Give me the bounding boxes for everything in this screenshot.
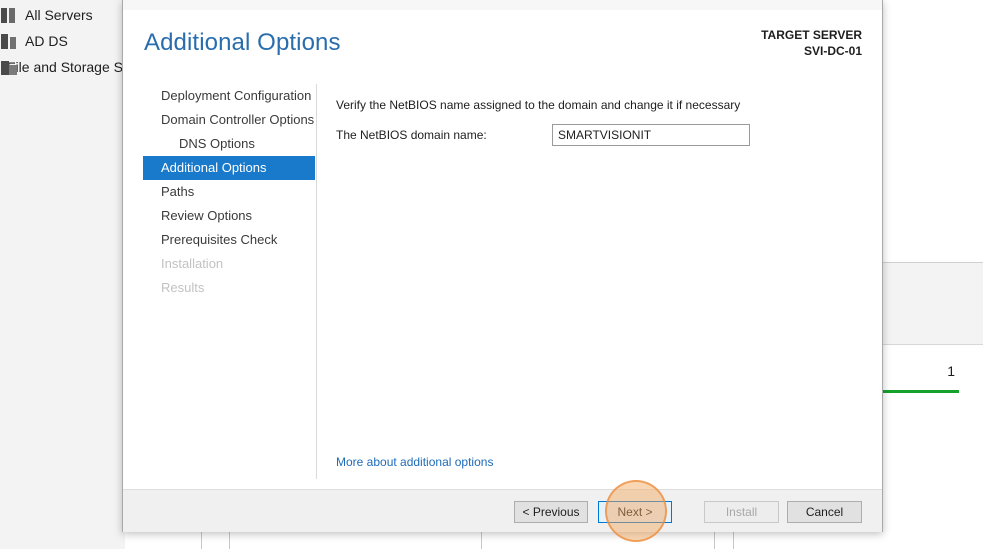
steps-divider xyxy=(316,84,317,479)
step-deployment-configuration[interactable]: Deployment Configuration xyxy=(143,84,315,108)
step-installation: Installation xyxy=(161,256,224,271)
wizard-steps: Deployment Configuration Domain Controll… xyxy=(143,84,315,300)
more-about-options-link[interactable]: More about additional options xyxy=(336,455,493,469)
background-divider xyxy=(481,531,482,549)
nav-item-label: All Servers xyxy=(25,7,93,23)
step-additional-options[interactable]: Additional Options xyxy=(143,156,315,180)
nav-item-all-servers[interactable]: All Servers xyxy=(0,3,125,27)
nav-item-file-storage[interactable]: File and Storage Services xyxy=(0,55,125,79)
dialog-title-strip xyxy=(123,0,882,10)
netbios-field-row: The NetBIOS domain name: xyxy=(336,124,856,146)
ad-ds-configuration-wizard: Additional Options TARGET SERVER SVI-DC-… xyxy=(122,0,883,532)
servers-icon xyxy=(0,6,18,24)
step-dns-options[interactable]: DNS Options xyxy=(143,132,315,156)
target-server: TARGET SERVER SVI-DC-01 xyxy=(761,27,862,59)
nav-item-ad-ds[interactable]: AD DS xyxy=(0,29,125,53)
instruction-text: Verify the NetBIOS name assigned to the … xyxy=(336,98,741,112)
nav-item-label: File and Storage Services xyxy=(7,59,125,75)
background-divider xyxy=(229,531,230,549)
dialog-footer: < Previous Next > Install Cancel xyxy=(123,489,882,532)
background-divider xyxy=(714,531,715,549)
dashboard-tile[interactable]: 1 xyxy=(882,344,983,549)
tile-count: 1 xyxy=(947,363,955,379)
previous-button[interactable]: < Previous xyxy=(514,501,588,523)
target-server-name: SVI-DC-01 xyxy=(803,44,862,58)
options-content: Verify the NetBIOS name assigned to the … xyxy=(336,98,856,146)
step-paths[interactable]: Paths xyxy=(143,180,315,204)
background-divider xyxy=(733,531,734,549)
install-button: Install xyxy=(704,501,779,523)
step-prerequisites-check[interactable]: Prerequisites Check xyxy=(143,228,315,252)
step-domain-controller-options[interactable]: Domain Controller Options xyxy=(143,108,315,132)
target-server-label: TARGET SERVER xyxy=(761,28,862,42)
page-title: Additional Options xyxy=(144,29,341,56)
netbios-name-input[interactable] xyxy=(552,124,750,146)
background-divider xyxy=(201,531,202,549)
step-review-options[interactable]: Review Options xyxy=(143,204,315,228)
step-results: Results xyxy=(161,280,205,295)
next-button[interactable]: Next > xyxy=(598,501,672,523)
nav-item-label: AD DS xyxy=(25,33,68,49)
tile-status-bar xyxy=(882,390,959,393)
netbios-label: The NetBIOS domain name: xyxy=(336,128,487,142)
ad-ds-icon xyxy=(0,32,18,50)
server-manager-nav: All Servers AD DS File and Storage Servi… xyxy=(0,0,125,549)
cancel-button[interactable]: Cancel xyxy=(787,501,862,523)
